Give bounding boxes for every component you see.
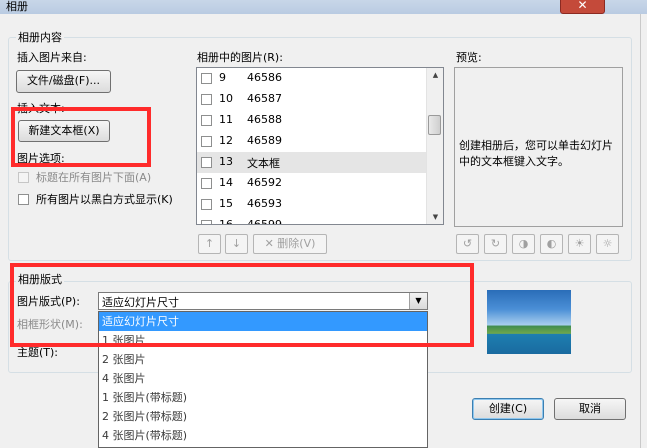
close-button[interactable]: ✕ xyxy=(560,0,605,14)
list-item[interactable]: 16 46599 xyxy=(197,215,427,225)
scroll-up-icon[interactable]: ▲ xyxy=(427,68,444,82)
item-index: 12 xyxy=(219,134,233,147)
rotate-left-button[interactable]: ↺ xyxy=(456,234,479,254)
item-checkbox[interactable] xyxy=(201,157,212,168)
item-index: 11 xyxy=(219,113,233,126)
annotation-box-album-layout xyxy=(10,263,474,347)
black-white-label: 所有图片以黑白方式显示(K) xyxy=(36,193,173,206)
item-name: 46587 xyxy=(247,92,282,105)
item-checkbox[interactable] xyxy=(201,136,212,147)
pictures-in-album-label: 相册中的图片(R): xyxy=(197,51,283,64)
item-name: 46588 xyxy=(247,113,282,126)
brightness-down-button[interactable]: ☼ xyxy=(596,234,619,254)
item-index: 9 xyxy=(219,71,226,84)
title-bar: 相册 ✕ xyxy=(0,0,647,14)
pictures-listbox[interactable]: 9 46586 10 46587 11 46588 12 46589 13 文本… xyxy=(196,67,444,225)
list-item[interactable]: 11 46588 xyxy=(197,110,427,131)
brightness-down-icon: ☼ xyxy=(602,237,613,250)
rotate-right-button[interactable]: ↻ xyxy=(484,234,507,254)
item-index: 14 xyxy=(219,176,233,189)
dropdown-option[interactable]: 2 张图片 xyxy=(99,350,427,369)
list-item[interactable]: 14 46592 xyxy=(197,173,427,194)
album-content-label: 相册内容 xyxy=(16,29,64,45)
preview-box: 创建相册后，您可以单击幻灯片中的文本框键入文字。 xyxy=(454,67,623,227)
item-name: 46599 xyxy=(247,218,282,225)
item-name: 46589 xyxy=(247,134,282,147)
move-up-button[interactable]: ↑ xyxy=(198,234,221,254)
create-button[interactable]: 创建(C) xyxy=(472,398,544,420)
item-checkbox[interactable] xyxy=(201,220,212,224)
dropdown-option[interactable]: 2 张图片(带标题) xyxy=(99,407,427,426)
rotate-right-icon: ↻ xyxy=(490,237,501,250)
insert-from-label: 插入图片来自: xyxy=(17,51,87,64)
list-item-selected[interactable]: 13 文本框 xyxy=(197,152,427,173)
item-index: 13 xyxy=(219,155,233,168)
brightness-up-icon: ☀ xyxy=(574,237,585,250)
item-checkbox[interactable] xyxy=(201,73,212,84)
scroll-down-icon[interactable]: ▼ xyxy=(427,210,444,224)
list-item[interactable]: 12 46589 xyxy=(197,131,427,152)
move-down-button[interactable]: ↓ xyxy=(225,234,248,254)
contrast-up-icon: ◑ xyxy=(518,237,529,250)
delete-x-icon: ✕ xyxy=(264,237,274,250)
list-item[interactable]: 9 46586 xyxy=(197,68,427,89)
cancel-button[interactable]: 取消 xyxy=(554,398,626,420)
item-name: 46593 xyxy=(247,197,282,210)
item-name: 46586 xyxy=(247,71,282,84)
item-name: 文本框 xyxy=(247,157,280,170)
file-disk-button[interactable]: 文件/磁盘(F)... xyxy=(16,70,111,93)
dropdown-option[interactable]: 4 张图片(带标题) xyxy=(99,426,427,445)
layout-preview-image xyxy=(487,290,571,354)
arrow-up-icon: ↑ xyxy=(204,237,215,250)
preview-label: 预览: xyxy=(456,51,482,64)
list-scrollbar[interactable]: ▲ ▼ xyxy=(426,68,443,224)
item-name: 46592 xyxy=(247,176,282,189)
rotate-left-icon: ↺ xyxy=(462,237,473,250)
brightness-up-button[interactable]: ☀ xyxy=(568,234,591,254)
contrast-down-icon: ◐ xyxy=(546,237,557,250)
black-white-checkbox[interactable] xyxy=(18,194,29,205)
list-item[interactable]: 10 46587 xyxy=(197,89,427,110)
dropdown-option[interactable]: 1 张图片(带标题) xyxy=(99,388,427,407)
delete-button[interactable]: ✕ 删除(V) xyxy=(253,234,327,254)
item-checkbox[interactable] xyxy=(201,94,212,105)
contrast-down-button[interactable]: ◐ xyxy=(540,234,563,254)
dropdown-option[interactable]: 4 张图片 xyxy=(99,369,427,388)
window-title: 相册 xyxy=(6,0,28,13)
delete-label: 删除(V) xyxy=(277,237,316,250)
caption-below-checkbox[interactable] xyxy=(18,172,29,183)
annotation-box-new-textbox xyxy=(11,107,151,167)
item-checkbox[interactable] xyxy=(201,199,212,210)
contrast-up-button[interactable]: ◑ xyxy=(512,234,535,254)
item-checkbox[interactable] xyxy=(201,115,212,126)
arrow-down-icon: ↓ xyxy=(231,237,242,250)
caption-below-label: 标题在所有图片下面(A) xyxy=(36,171,152,184)
preview-text: 创建相册后，您可以单击幻灯片中的文本框键入文字。 xyxy=(459,139,613,168)
scrollbar-thumb[interactable] xyxy=(428,115,441,135)
list-item[interactable]: 15 46593 xyxy=(197,194,427,215)
item-index: 15 xyxy=(219,197,233,210)
item-index: 16 xyxy=(219,218,233,225)
close-icon: ✕ xyxy=(577,0,588,12)
item-index: 10 xyxy=(219,92,233,105)
item-checkbox[interactable] xyxy=(201,178,212,189)
